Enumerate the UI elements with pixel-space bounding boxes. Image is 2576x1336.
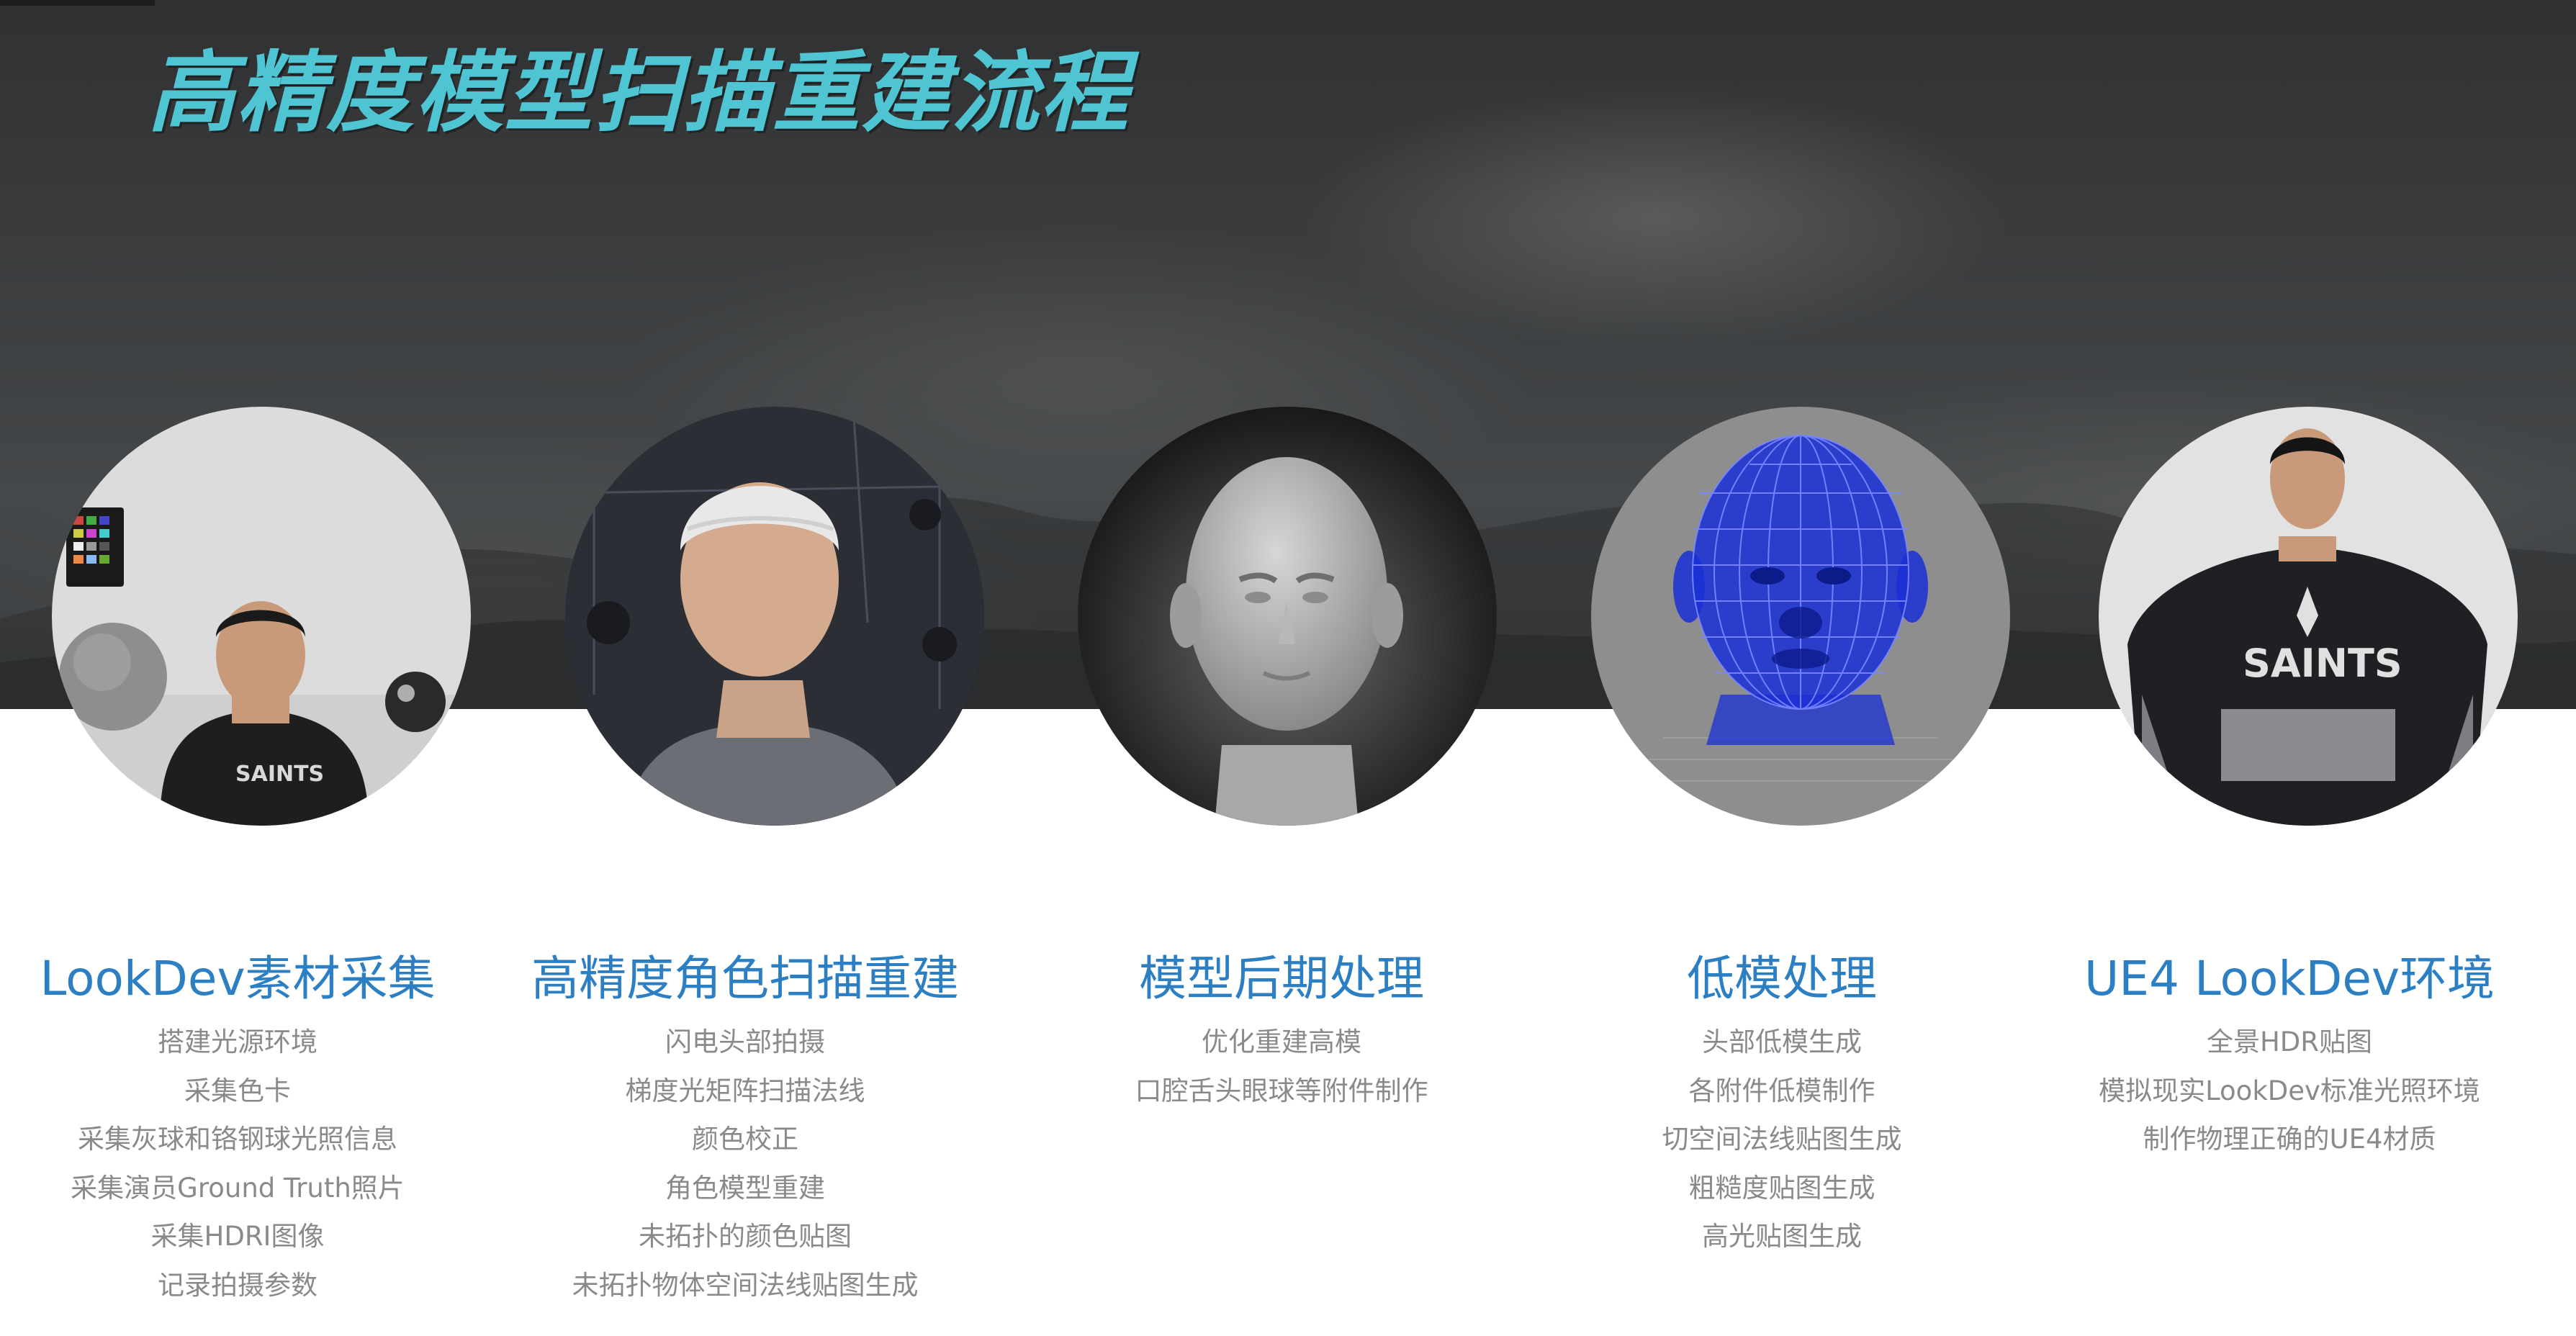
- sculpted-head-illustration: [1078, 407, 1497, 826]
- list-item: 采集HDRI图像: [150, 1221, 325, 1252]
- list-item: 采集色卡: [184, 1075, 291, 1106]
- list-item: 采集演员Ground Truth照片: [71, 1172, 405, 1204]
- ue4-render-illustration: SAINTS: [2099, 407, 2518, 826]
- wireframe-head-image: [1591, 407, 2010, 826]
- step-post-processing: 模型后期处理 优化重建高模 口腔舌头眼球等附件制作: [1044, 943, 1519, 1115]
- list-item: 采集灰球和铬钢球光照信息: [78, 1124, 397, 1155]
- step-items: 头部低模生成 各附件低模制作 切空间法线贴图生成 粗糙度贴图生成 高光贴图生成: [1544, 1018, 2019, 1261]
- list-item: 角色模型重建: [665, 1172, 825, 1204]
- chrome-ball-icon: [385, 672, 446, 732]
- list-item: 记录拍摄参数: [158, 1269, 318, 1301]
- step-items: 优化重建高模 口腔舌头眼球等附件制作: [1044, 1018, 1519, 1115]
- page-title: 高精度模型扫描重建流程: [148, 42, 1130, 144]
- svg-text:SAINTS: SAINTS: [235, 762, 324, 787]
- list-item: 各附件低模制作: [1688, 1075, 1875, 1106]
- list-item: 全景HDR贴图: [2206, 1026, 2373, 1057]
- step-title: UE4 LookDev环境: [2084, 951, 2495, 1006]
- step-scanning: 高精度角色扫描重建 闪电头部拍摄 梯度光矩阵扫描法线 颜色校正 角色模型重建 未…: [508, 943, 983, 1309]
- list-item: 口腔舌头眼球等附件制作: [1135, 1075, 1428, 1106]
- step-lookdev: LookDev素材采集 搭建光源环境 采集色卡 采集灰球和铬钢球光照信息 采集演…: [0, 943, 475, 1309]
- step-ue4-lookdev: UE4 LookDev环境 全景HDR贴图 模拟现实LookDev标准光照环境 …: [2052, 943, 2527, 1164]
- step-low-poly: 低模处理 头部低模生成 各附件低模制作 切空间法线贴图生成 粗糙度贴图生成 高光…: [1544, 943, 2019, 1261]
- list-item: 粗糙度贴图生成: [1688, 1172, 1875, 1204]
- list-item: 制作物理正确的UE4材质: [2143, 1124, 2436, 1155]
- lookdev-capture-image: SAINTS: [52, 407, 471, 826]
- sculpted-head-image: [1078, 407, 1497, 826]
- step-title: 模型后期处理: [1139, 951, 1424, 1006]
- list-item: 颜色校正: [692, 1124, 798, 1155]
- list-item: 优化重建高模: [1202, 1026, 1361, 1057]
- list-item: 高光贴图生成: [1702, 1221, 1862, 1252]
- color-chart-icon: [66, 507, 124, 587]
- scanning-illustration: [565, 407, 984, 826]
- scanning-image: [565, 407, 984, 826]
- list-item: 切空间法线贴图生成: [1662, 1124, 1902, 1155]
- slide: 高精度模型扫描重建流程 SAINTS SAINTS LookDev素材采集 搭建…: [0, 0, 2576, 1336]
- step-items: 搭建光源环境 采集色卡 采集灰球和铬钢球光照信息 采集演员Ground Trut…: [0, 1018, 475, 1309]
- step-title: 高精度角色扫描重建: [531, 951, 959, 1006]
- lookdev-capture-illustration: SAINTS: [52, 407, 471, 826]
- list-item: 梯度光矩阵扫描法线: [625, 1075, 865, 1106]
- list-item: 模拟现实LookDev标准光照环境: [2099, 1075, 2480, 1106]
- step-items: 全景HDR贴图 模拟现实LookDev标准光照环境 制作物理正确的UE4材质: [2052, 1018, 2527, 1164]
- corner-mark: [0, 0, 155, 6]
- step-title: 低模处理: [1687, 951, 1877, 1006]
- list-item: 未拓扑物体空间法线贴图生成: [572, 1269, 919, 1301]
- wireframe-head-illustration: [1591, 407, 2010, 826]
- step-items: 闪电头部拍摄 梯度光矩阵扫描法线 颜色校正 角色模型重建 未拓扑的颜色贴图 未拓…: [508, 1018, 983, 1309]
- list-item: 闪电头部拍摄: [665, 1026, 825, 1057]
- list-item: 未拓扑的颜色贴图: [639, 1221, 852, 1252]
- svg-text:SAINTS: SAINTS: [2243, 641, 2402, 686]
- step-title: LookDev素材采集: [40, 951, 436, 1006]
- ue4-render-image: SAINTS: [2099, 407, 2518, 826]
- list-item: 搭建光源环境: [158, 1026, 318, 1057]
- list-item: 头部低模生成: [1702, 1026, 1862, 1057]
